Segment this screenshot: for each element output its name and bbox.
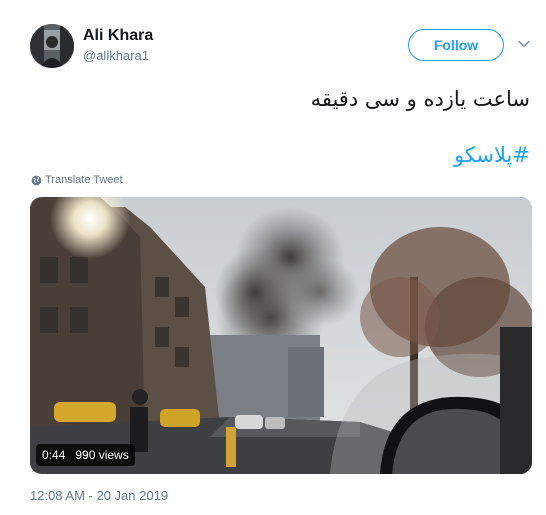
tweet-header: Ali Khara @alikhara1 Follow xyxy=(30,24,538,72)
view-count: 990 views xyxy=(75,448,129,462)
user-handle[interactable]: @alikhara1 xyxy=(83,48,149,63)
video-player[interactable]: 0:44 990 views xyxy=(30,197,532,474)
globe-icon xyxy=(31,175,42,185)
hashtag-link[interactable]: #پلاسکو xyxy=(30,140,530,170)
tweet-timestamp[interactable]: 12:08 AM - 20 Jan 2019 xyxy=(30,488,168,503)
video-duration: 0:44 xyxy=(42,448,66,462)
video-info-badge: 0:44 990 views xyxy=(36,444,135,466)
chevron-down-icon[interactable] xyxy=(517,37,531,51)
display-name[interactable]: Ali Khara xyxy=(83,27,153,45)
tweet-text: ساعت یازده و سی دقیقه xyxy=(310,87,530,111)
translate-label: Translate Tweet xyxy=(45,174,123,186)
translate-tweet-link[interactable]: Translate Tweet xyxy=(31,174,123,186)
follow-button[interactable]: Follow xyxy=(408,29,504,61)
avatar[interactable] xyxy=(30,24,74,68)
video-thumbnail xyxy=(30,197,532,474)
